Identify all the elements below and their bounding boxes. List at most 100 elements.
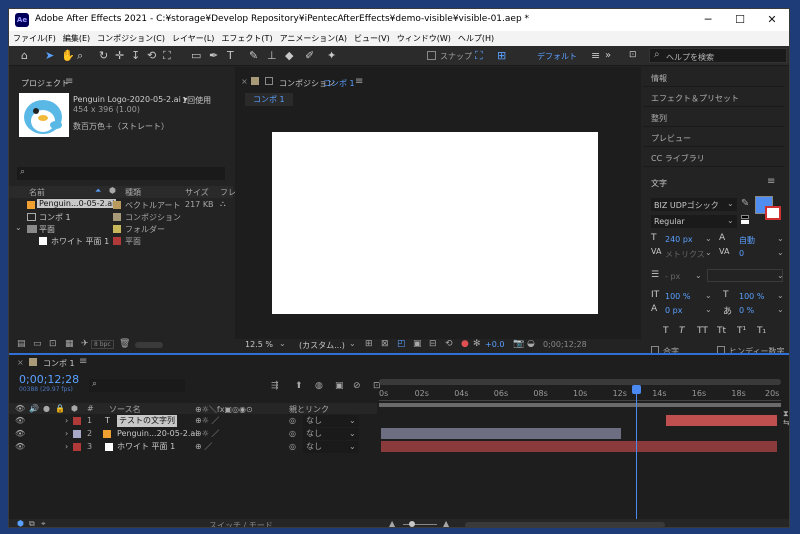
current-timecode[interactable]: 0;00;12;28 — [19, 373, 79, 386]
lock-switch-icon[interactable]: 🔒 — [55, 404, 65, 413]
chevron-down-icon[interactable]: ⌄ — [705, 291, 712, 300]
layer-duration-bar[interactable] — [381, 428, 621, 439]
parent-pickwhip-icon[interactable]: ◎ — [289, 441, 296, 453]
motion-blur-icon[interactable]: ⊘ — [353, 381, 361, 391]
snap-target-icon[interactable]: ⊞ — [497, 49, 506, 62]
baseline-shift-value[interactable]: 0 px — [665, 306, 682, 315]
draft-3d-icon[interactable]: ⬆ — [295, 381, 303, 391]
zoom-select[interactable]: 12.5 % — [245, 340, 273, 349]
panel-menu-icon[interactable]: ≡ — [355, 76, 363, 87]
parent-pickwhip-icon[interactable]: ◎ — [289, 428, 296, 440]
menu-composition[interactable]: コンポジション(C) — [93, 31, 168, 44]
time-ruler[interactable]: 0s 02s 04s 06s 08s 10s 12s 14s 16s 18s 20s — [379, 387, 781, 401]
lock-icon[interactable] — [265, 77, 273, 85]
label-color-swatch[interactable] — [113, 201, 121, 209]
video-switch-icon[interactable]: 👁 — [15, 404, 25, 413]
comp-canvas[interactable] — [272, 132, 598, 314]
project-item-row[interactable]: Penguin...0-05-2.ai ベクトルアート 217 KB ⛬ — [9, 199, 233, 211]
hand-tool-icon[interactable]: ✋ — [61, 49, 75, 62]
label-color-swatch[interactable] — [113, 237, 121, 245]
zoom-slider-handle[interactable] — [409, 521, 415, 527]
eraser-tool-icon[interactable]: ◆ — [285, 49, 293, 62]
menu-help[interactable]: ヘルプ(H) — [454, 31, 497, 44]
layer-label-swatch[interactable] — [73, 430, 81, 438]
sort-ascending-icon[interactable]: ⏶ — [95, 186, 101, 196]
timeline-scrollbar[interactable] — [465, 522, 665, 527]
snapshot-icon[interactable]: 📷 — [513, 339, 524, 349]
close-button[interactable]: ✕ — [759, 12, 785, 28]
more-workspaces-icon[interactable]: » — [605, 49, 611, 62]
solo-switch-icon[interactable]: ● — [43, 404, 50, 413]
eyedropper-icon[interactable]: ✎ — [741, 198, 749, 209]
preview-item-name[interactable]: Penguin Logo-2020-05-2.ai ▾ — [73, 95, 187, 104]
layer-row[interactable]: 👁 › 2 Penguin...20-05-2.ai ⊕☼ ／ ◎ なし ⌄ — [9, 428, 371, 440]
chevron-right-icon[interactable]: › — [65, 415, 68, 427]
chevron-down-icon[interactable]: ⌄ — [727, 216, 734, 225]
brush-tool-icon[interactable]: ✎ — [249, 49, 258, 62]
snap-options-icon[interactable]: ⛶ — [475, 49, 483, 62]
toggle-transfer-icon[interactable]: ⧉ — [29, 519, 35, 527]
help-search-field[interactable]: ⌕ ヘルプを検索 — [649, 48, 787, 63]
project-item-row[interactable]: ⌄ 平面 フォルダー — [9, 223, 233, 235]
font-size-value[interactable]: 240 px — [665, 235, 693, 244]
chevron-down-icon[interactable]: ⌄ — [349, 415, 356, 427]
menu-layer[interactable]: レイヤー(L) — [168, 31, 217, 44]
layer-row[interactable]: 👁 › 3 ホワイト 平面 1 ⊕ ／ ◎ なし ⌄ — [9, 441, 371, 453]
fast-previews-icon[interactable]: ⊞ — [365, 339, 373, 349]
thumbnail-size-slider[interactable] — [135, 342, 163, 348]
menu-animation[interactable]: アニメーション(A) — [276, 31, 350, 44]
comp-breadcrumb[interactable]: コンポ 1 — [245, 93, 293, 106]
project-item-row[interactable]: コンポ 1 コンポジション — [9, 211, 233, 223]
layer-duration-bar[interactable] — [666, 415, 777, 426]
chevron-right-icon[interactable]: › — [65, 441, 68, 453]
project-search-field[interactable]: ⌕ — [17, 167, 225, 180]
comp-timecode[interactable]: 0;00;12;28 — [543, 340, 587, 349]
label-color-swatch[interactable] — [113, 213, 121, 221]
roto-brush-icon[interactable]: ✐ — [305, 49, 314, 62]
align-section[interactable]: 整列 — [643, 107, 785, 127]
project-panel-title[interactable]: プロジェクト — [21, 78, 69, 89]
menu-view[interactable]: ビュー(V) — [350, 31, 393, 44]
resolution-select[interactable]: (カスタム...) — [299, 340, 345, 351]
workspace-menu-icon[interactable]: ≡ — [591, 49, 600, 62]
anchor-tool-icon[interactable]: ⟲ — [147, 49, 156, 62]
layer-switches[interactable]: ⊕☼ ／ — [195, 428, 219, 440]
layer-row[interactable]: 👁 › 1 T テストの文字列 ⊕☼ ／ ◎ なし ⌄ — [9, 415, 371, 427]
visibility-eye-icon[interactable]: 👁 — [15, 428, 25, 440]
stroke-color-swatch[interactable] — [765, 206, 781, 220]
comp-tab-name[interactable]: コンポ 1 — [323, 78, 355, 89]
project-item-row[interactable]: ホワイト 平面 1 平面 — [9, 235, 233, 247]
chevron-down-icon[interactable]: ⌄ — [349, 428, 356, 440]
playhead-handle[interactable] — [632, 385, 642, 394]
chevron-down-icon[interactable]: ⌄ — [349, 339, 356, 348]
stroke-width-value[interactable]: - px — [665, 272, 680, 281]
type-tool-icon[interactable]: T — [227, 49, 234, 62]
layer-name[interactable]: ホワイト 平面 1 — [117, 441, 175, 453]
column-type[interactable]: 種類 — [125, 187, 141, 198]
rectangle-tool-icon[interactable]: ▭ — [191, 49, 201, 62]
layer-end-icon[interactable]: ⇆ — [783, 418, 789, 427]
layer-name[interactable]: Penguin...20-05-2.ai — [117, 428, 198, 440]
chevron-down-icon[interactable]: ⌄ — [705, 305, 712, 314]
menu-window[interactable]: ウィンドウ(W) — [393, 31, 454, 44]
show-snapshot-icon[interactable]: ◒ — [527, 339, 535, 349]
clone-stamp-icon[interactable]: ⊥ — [267, 49, 277, 62]
new-folder-icon[interactable]: ▭ — [33, 339, 42, 349]
info-section[interactable]: 情報 — [643, 67, 785, 87]
render-queue-icon[interactable]: ✈ — [81, 339, 89, 349]
close-tab-icon[interactable]: × — [241, 77, 248, 86]
character-panel-title[interactable]: 文字 — [651, 178, 667, 189]
leading-value[interactable]: 自動 — [739, 235, 755, 246]
effects-presets-section[interactable]: エフェクト＆プリセット — [643, 87, 785, 107]
color-channels-icon[interactable]: ● — [461, 339, 469, 349]
selection-tool-icon[interactable]: ➤ — [45, 49, 54, 62]
exposure-reset-icon[interactable]: ✻ — [473, 339, 481, 349]
camera-tool-icon[interactable]: ✛ — [115, 49, 124, 62]
parent-link-header[interactable]: 親とリンク — [289, 404, 329, 415]
guides-icon[interactable]: ⊟ — [429, 339, 437, 349]
zoom-tool-icon[interactable]: ⌕ — [77, 49, 83, 62]
column-size[interactable]: サイズ — [185, 187, 209, 198]
orbit-tool-icon[interactable]: ⛶ — [163, 49, 171, 62]
pen-tool-icon[interactable]: ✒ — [209, 49, 218, 62]
horizontal-scale-value[interactable]: 100 % — [739, 292, 764, 301]
